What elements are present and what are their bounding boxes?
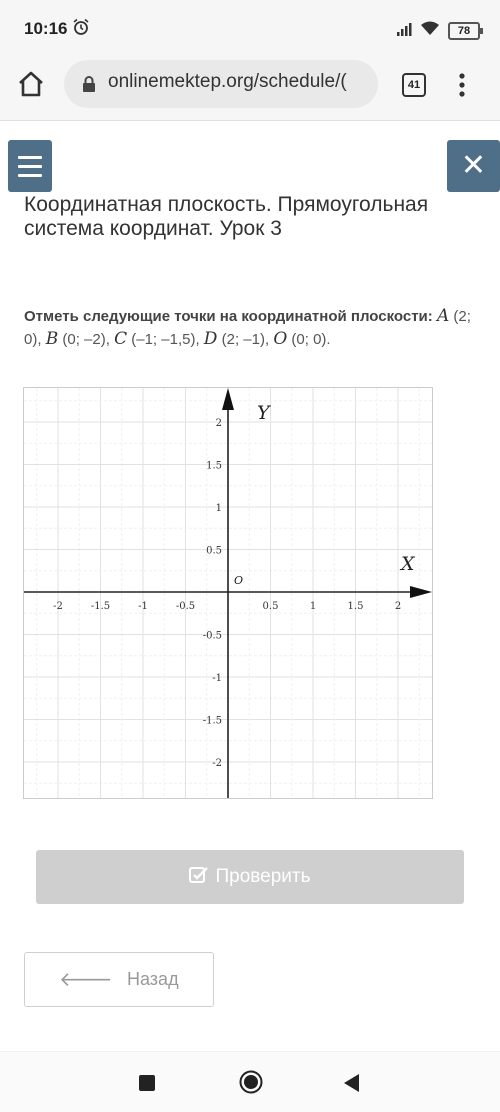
system-navigation-bar [0,1051,500,1112]
y-tick-label: -1.5 [203,716,222,727]
check-button-label: Проверить [215,866,311,887]
x-tick-label: 1 [310,601,316,612]
x-tick-label: 0.5 [263,601,279,612]
y-tick-label: -1 [212,673,222,684]
y-tick-label: 1.5 [206,461,222,472]
back-button-label: Назад [127,969,179,989]
point-item: C (–1; –1,5), [114,329,200,349]
y-tick-label: 1 [216,503,222,514]
alarm-clock-icon [73,18,89,35]
y-axis-label: Y [257,402,272,424]
y-axis-arrow [222,388,234,410]
y-tick-label: 0.5 [206,546,222,557]
browser-toolbar: onlinemektep.org/schedule/( 41 [0,58,500,121]
point-coords: (2; –1), [221,331,270,348]
y-tick-label: -0.5 [203,631,222,642]
x-axis-arrow [410,586,432,598]
point-name: C [114,329,128,349]
question-text: Отметь следующие точки на координатной п… [24,305,484,351]
coordinate-plane[interactable]: X Y O -2 -1.5 -1 -0.5 0.5 1 1.5 2 2 1.5 1 0.5 -0.5 -1… [23,387,433,799]
point-name: D [203,329,218,349]
url-text[interactable]: onlinemektep.org/schedule/( [108,71,368,93]
lock-icon [83,76,95,92]
overflow-menu-icon[interactable] [456,72,468,98]
point-item: B (0; –2), [45,329,110,349]
status-time: 10:16 [24,19,68,38]
x-tick-label: 1.5 [348,601,364,612]
point-item: O (0; 0). [273,329,331,349]
back-button[interactable]: 🡐 Назад [24,952,214,1007]
x-tick-label: -0.5 [176,601,195,612]
close-button[interactable]: ✕ [447,140,500,192]
tick-labels: -2 -1.5 -1 -0.5 0.5 1 1.5 2 2 1.5 1 0.5 -0.5 -1 -1.5 -2 [53,418,401,769]
x-tick-label: -2 [53,601,63,612]
y-tick-label: 2 [216,418,222,429]
axes: X Y O [24,388,432,798]
check-button[interactable]: Проверить [36,850,464,904]
status-bar: 10:16 78 [0,0,500,58]
point-coords: (–1; –1,5), [131,331,200,348]
hamburger-icon-line [18,174,42,177]
checkbox-icon [189,867,209,883]
point-name: O [273,329,288,349]
home-icon[interactable] [16,69,46,99]
recent-apps-icon[interactable] [139,1075,155,1091]
x-axis-label: X [399,553,416,575]
point-name: A [436,306,450,326]
wifi-icon [421,21,439,35]
coordinate-plane-svg[interactable]: X Y O -2 -1.5 -1 -0.5 0.5 1 1.5 2 2 1.5 1 0.5 -0.5 -1… [24,388,432,798]
close-icon: ✕ [460,149,487,182]
arrow-left-icon: 🡐 [59,969,113,991]
page-title: Координатная плоскость. Прямоугольная си… [24,193,429,240]
hamburger-menu-button[interactable] [8,140,52,192]
battery-indicator: 78 [448,22,483,40]
y-tick-label: -2 [212,758,222,769]
point-coords: (0; –2), [62,331,110,348]
point-item: D (2; –1), [203,329,270,349]
point-name: B [45,329,59,349]
signal-icon [397,23,412,36]
x-tick-label: 2 [395,601,401,612]
x-tick-label: -1.5 [91,601,110,612]
question-bold: Отметь следующие точки на координатной п… [24,308,433,325]
hamburger-icon-line [18,165,42,168]
origin-label: O [234,574,243,587]
home-nav-icon[interactable] [239,1070,263,1094]
back-nav-icon[interactable] [344,1074,360,1092]
hamburger-icon [18,156,42,159]
x-tick-label: -1 [138,601,148,612]
tab-switcher-button[interactable]: 41 [402,73,426,97]
point-coords: (0; 0). [291,331,331,348]
